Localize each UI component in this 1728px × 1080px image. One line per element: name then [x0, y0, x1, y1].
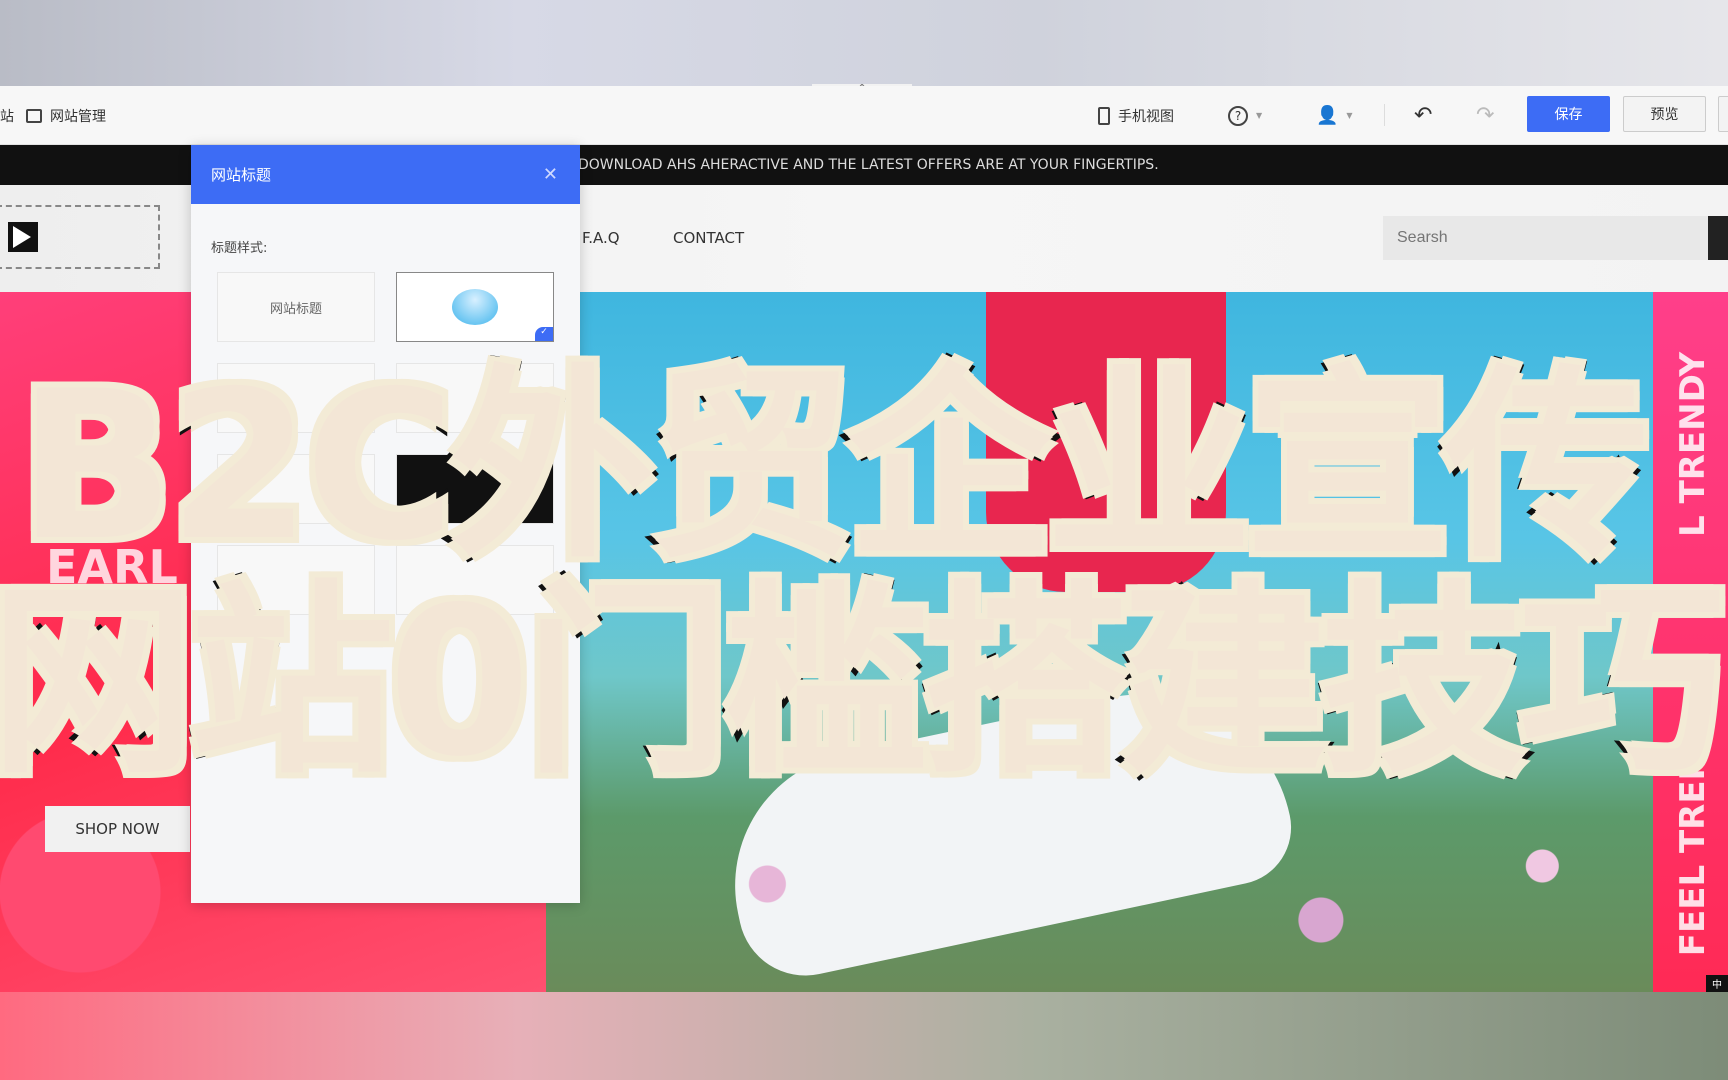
cloud-icon: [452, 289, 498, 325]
lang-badge[interactable]: 中: [1706, 975, 1728, 992]
divider: [1384, 104, 1385, 126]
site-manage-link[interactable]: 网站管理: [50, 106, 106, 126]
nav-link-contact[interactable]: CONTACT: [673, 229, 744, 247]
style-option-text[interactable]: 网站标题: [217, 272, 375, 342]
manage-icon: [26, 108, 42, 123]
hero-flowers: [546, 812, 1653, 992]
caret-down-icon: ▼: [1346, 111, 1353, 120]
help-menu[interactable]: ? ▼: [1228, 86, 1262, 145]
search-input[interactable]: [1383, 216, 1708, 260]
redo-icon[interactable]: ↷: [1476, 86, 1494, 145]
save-button[interactable]: 保存: [1527, 96, 1610, 132]
undo-icon[interactable]: ↶: [1414, 86, 1432, 145]
background-blur-top: [0, 0, 1728, 86]
check-icon: ✓: [535, 327, 553, 341]
caret-down-icon: ▼: [1256, 111, 1263, 120]
overlay-title-line1: B2C外贸企业宣传: [13, 348, 1654, 586]
help-icon: ?: [1228, 105, 1248, 126]
panel-title: 网站标题: [211, 166, 272, 184]
site-label[interactable]: 站: [0, 106, 14, 126]
user-icon: 👤: [1316, 105, 1339, 126]
title-style-label: 标题样式:: [211, 241, 268, 256]
mobile-view-button[interactable]: 手机视图: [1098, 86, 1174, 145]
logo-icon: [8, 222, 38, 252]
user-menu[interactable]: 👤 ▼: [1316, 86, 1353, 145]
announcement-text: DOWNLOAD AHS AHERACTIVE AND THE LATEST O…: [578, 157, 1159, 173]
toolbar-left: 站 网站管理: [0, 86, 106, 145]
style-option-image-selected[interactable]: ✓: [396, 272, 554, 342]
editor-toolbar: 站 网站管理 手机视图 ? ▼ 👤 ▼ ↶ ↷ 保存 预览: [0, 86, 1728, 145]
logo-placeholder[interactable]: [0, 205, 160, 269]
overlay-title-line2: 网站0门槛搭建技巧: [0, 564, 1728, 802]
preview-button[interactable]: 预览: [1623, 96, 1706, 132]
mobile-view-label: 手机视图: [1118, 108, 1174, 125]
style-option-label: 网站标题: [269, 301, 322, 317]
shop-now-button[interactable]: SHOP NOW: [45, 806, 190, 852]
more-button[interactable]: [1718, 96, 1728, 132]
close-icon[interactable]: ✕: [543, 164, 558, 185]
panel-header: 网站标题 ✕: [191, 145, 580, 204]
nav-link-faq[interactable]: F.A.Q: [582, 229, 620, 247]
phone-icon: [1098, 106, 1110, 125]
background-blur-bottom: [0, 992, 1728, 1080]
search-button[interactable]: [1708, 216, 1728, 260]
